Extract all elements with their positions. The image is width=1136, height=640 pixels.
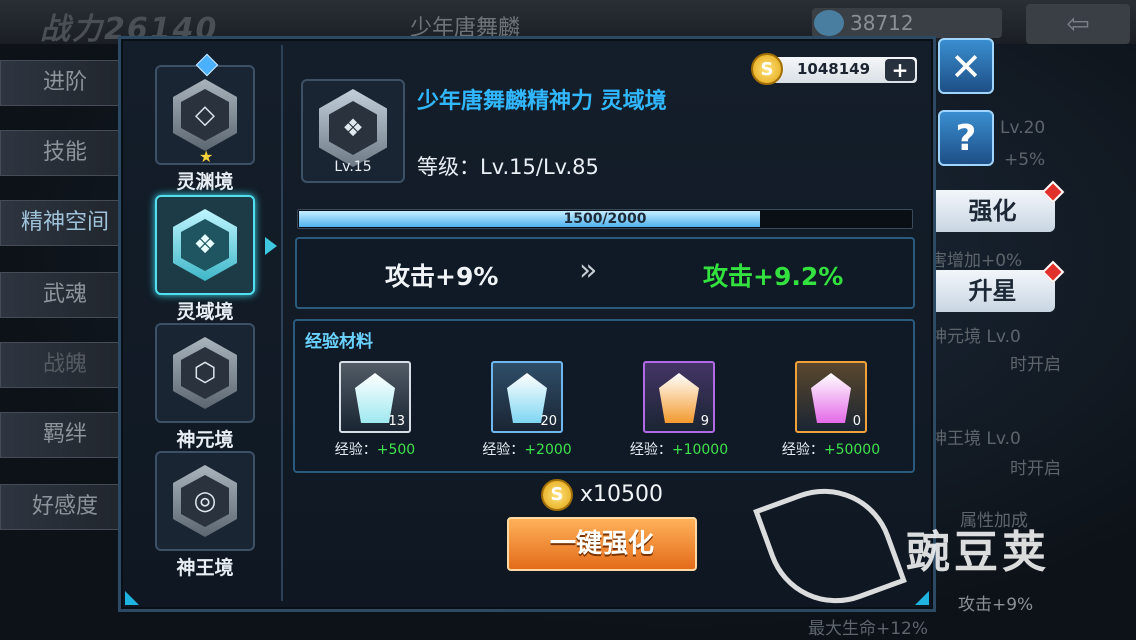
material-exp-label: 经验： (781, 442, 824, 458)
bg-hp-text: 最大生命+12% (808, 619, 929, 639)
star-up-button[interactable]: 升星 (930, 260, 1065, 312)
corner-decoration (125, 591, 139, 605)
bg-shen-wang-level: 神王境 Lv.0 (930, 429, 1021, 449)
side-tab-bond[interactable]: 羁绊 (0, 412, 130, 458)
material-exp-value: +50000 (823, 442, 881, 458)
bg-level-text: Lv.20 (1000, 118, 1046, 138)
material-exp-label: 经验： (629, 442, 672, 458)
gold-amount: 1048149 (797, 60, 871, 78)
gold-coin-icon: S (751, 53, 783, 85)
back-button[interactable]: ⇦ (1026, 4, 1130, 44)
side-tab-affection[interactable]: 好感度 (0, 484, 130, 530)
side-tab-spirit-space[interactable]: 精神空间 (0, 200, 130, 246)
material-frame: 9 (643, 361, 715, 433)
tier-label: 神元境 (176, 429, 234, 451)
material-count: 20 (540, 414, 557, 429)
material-exp-label: 经验： (482, 442, 525, 458)
bg-shen-yuan-level: 神元境 Lv.0 (930, 327, 1021, 347)
side-tab-skill[interactable]: 技能 (0, 130, 130, 176)
material-exp-value: +2000 (524, 442, 572, 458)
side-tab-battle-soul[interactable]: 战魄 (0, 342, 130, 388)
material-frame: 0 (795, 361, 867, 433)
side-tab-martial-soul[interactable]: 武魂 (0, 272, 130, 318)
material-exp-value: +10000 (671, 442, 729, 458)
material-frame: 13 (339, 361, 411, 433)
tier-item-domain[interactable]: ❖ 灵域境 (155, 195, 255, 324)
spirit-crystal-icon (811, 373, 851, 423)
watermark-logo-icon (753, 469, 907, 623)
star-icon: ★ (199, 147, 214, 166)
close-icon: ✕ (950, 45, 982, 89)
tier-label: 神王境 (176, 557, 234, 579)
bg-shen-wang-open: 时开启 (1010, 459, 1061, 479)
tier-frame: ⬡ (155, 323, 255, 423)
material-exp: 经验：+50000 (761, 439, 901, 459)
tier-item-king[interactable]: ◎ 神王境 (155, 451, 255, 580)
help-icon: ? (955, 118, 977, 159)
material-count: 9 (700, 414, 709, 429)
gold-coin-icon: S (541, 479, 573, 511)
tier-item-abyss[interactable]: ◇ ★ 灵渊境 (155, 53, 255, 194)
material-count: 13 (388, 414, 405, 429)
watermark: 豌豆荚 (753, 469, 1110, 623)
spirit-crystal-icon (659, 373, 699, 423)
bg-damage-text: 害增加+0% (930, 251, 1023, 271)
exp-progress-bar: 1500/2000 (297, 209, 913, 229)
strengthen-label: 强化 (968, 197, 1017, 225)
back-arrow-icon: ⇦ (1066, 7, 1090, 40)
material-item[interactable]: 0 经验：+50000 (761, 361, 901, 459)
current-realm-icon: ❖ Lv.15 (301, 79, 405, 183)
tier-label: 灵域境 (176, 301, 234, 323)
material-exp: 经验：+2000 (457, 439, 597, 459)
close-button[interactable]: ✕ (938, 38, 994, 94)
upgrade-cost: S x10500 (541, 479, 663, 511)
material-exp-value: +500 (376, 442, 416, 458)
realm-title: 少年唐舞麟精神力 灵域境 (417, 89, 667, 114)
tier-item-origin[interactable]: ⬡ 神元境 (155, 323, 255, 452)
exp-materials-box: 经验材料 13 经验：+500 20 经验：+2000 9 经验：+10000 (293, 319, 915, 473)
selection-pointer-icon (265, 237, 277, 255)
material-count: 0 (852, 414, 861, 429)
exp-progress-text: 1500/2000 (563, 211, 647, 227)
tier-frame: ◇ ★ (155, 53, 255, 166)
star-up-label: 升星 (968, 277, 1017, 305)
materials-title: 经验材料 (305, 332, 373, 352)
current-stat: 攻击+9% (385, 262, 499, 291)
material-exp-label: 经验： (334, 442, 377, 458)
watermark-text: 豌豆荚 (906, 527, 1050, 578)
material-item[interactable]: 20 经验：+2000 (457, 361, 597, 459)
material-item[interactable]: 13 经验：+500 (305, 361, 445, 459)
cost-amount: x10500 (580, 482, 664, 507)
material-exp: 经验：+10000 (609, 439, 749, 459)
bg-shen-yuan-open: 时开启 (1010, 355, 1061, 375)
panel-divider (281, 45, 283, 601)
material-exp: 经验：+500 (305, 439, 445, 459)
currency-display: 38712 (812, 8, 1002, 38)
tier-label: 灵渊境 (176, 171, 234, 193)
realm-level: 等级：Lv.15/Lv.85 (417, 155, 599, 179)
tier-frame: ◎ (155, 451, 255, 551)
double-chevron-right-icon: » (579, 253, 598, 288)
bg-bonus-text: +5% (1004, 150, 1046, 170)
side-tab-advance[interactable]: 进阶 (0, 60, 130, 106)
tier-frame: ❖ (155, 195, 255, 295)
material-item[interactable]: 9 经验：+10000 (609, 361, 749, 459)
strengthen-button[interactable]: 强化 (930, 180, 1065, 232)
gem-icon (814, 10, 844, 36)
gold-display: S 1048149 + (751, 53, 917, 85)
one-click-upgrade-button[interactable]: 一键强化 (507, 517, 697, 571)
material-frame: 20 (491, 361, 563, 433)
gem-icon (195, 53, 219, 77)
add-gold-button[interactable]: + (885, 59, 915, 81)
stat-compare-box: 攻击+9% » 攻击+9.2% (295, 237, 915, 309)
currency-value: 38712 (850, 11, 914, 35)
next-stat: 攻击+9.2% (703, 262, 844, 291)
realm-level-badge: Lv.15 (334, 159, 372, 175)
help-button[interactable]: ? (938, 110, 994, 166)
